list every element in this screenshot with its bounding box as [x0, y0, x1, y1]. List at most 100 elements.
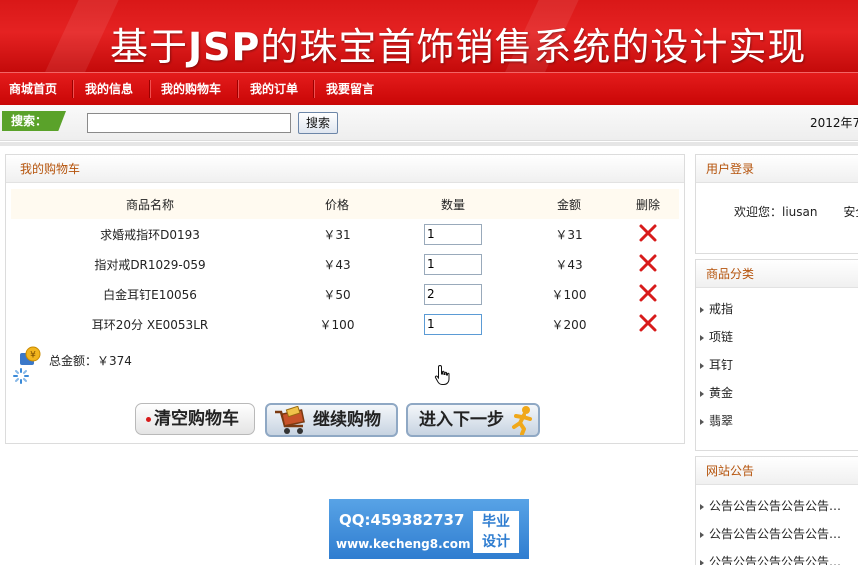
delete-cell [617, 279, 679, 309]
notice-list: 公告公告公告公告公告… 公告公告公告公告公告… 公告公告公告公告公告… [696, 485, 858, 565]
cart-table-header: 商品名称 价格 数量 金额 删除 [11, 189, 679, 219]
watermark: QQ:459382737 www.kecheng8.com 毕业 设计 [329, 499, 529, 559]
nav-divider [313, 80, 314, 98]
category-item[interactable]: 翡翠 [700, 407, 858, 435]
notice-label: 公告公告公告公告公告… [709, 527, 842, 541]
category-item[interactable]: 项链 [700, 323, 858, 351]
product-name: 指对戒DR1029-059 [94, 257, 206, 272]
product-price: ￥43 [323, 257, 351, 272]
category-label: 耳钉 [709, 358, 734, 372]
quantity-input[interactable] [424, 313, 482, 335]
search-bar: 搜索： 搜索 2012年7 [0, 105, 858, 141]
title-suffix: 的珠宝首饰销售系统的设计实现 [260, 25, 807, 69]
continue-shopping-button[interactable]: 继续购物 [265, 403, 398, 437]
product-price: ￥100 [319, 317, 355, 332]
product-amount: ￥31 [555, 227, 583, 242]
category-list: 戒指 项链 耳钉 黄金 翡翠 [696, 288, 858, 435]
product-amount: ￥200 [551, 317, 587, 332]
delete-cell [617, 249, 679, 279]
product-name: 耳环20分 XE0053LR [91, 317, 209, 332]
main-nav: 商城首页 我的信息 我的购物车 我的订单 我要留言 [0, 72, 858, 105]
table-row: 白金耳钉E10056 ￥50 ￥100 [11, 279, 679, 309]
category-label: 黄金 [709, 386, 734, 400]
nav-home[interactable]: 商城首页 [9, 73, 57, 105]
product-amount: ￥100 [551, 287, 587, 302]
category-panel: 商品分类 戒指 项链 耳钉 黄金 翡翠 [695, 259, 858, 451]
cart-table: 商品名称 价格 数量 金额 删除 求婚戒指环D0193 ￥31 ￥31 指对戒D… [11, 189, 679, 339]
notice-item[interactable]: 公告公告公告公告公告… [700, 548, 858, 565]
title-bold: JSP [188, 25, 261, 69]
notice-item[interactable]: 公告公告公告公告公告… [700, 492, 858, 520]
category-item[interactable]: 黄金 [700, 379, 858, 407]
bullet-arrow-icon [700, 390, 704, 397]
product-price: ￥31 [323, 227, 351, 242]
bullet-arrow-icon [700, 418, 704, 425]
title-prefix: 基于 [110, 25, 189, 69]
cart-panel-title: 我的购物车 [6, 155, 684, 183]
category-item[interactable]: 耳钉 [700, 351, 858, 379]
cart-total: 总金额：￥374 [49, 354, 132, 368]
watermark-badge-line2: 设计 [482, 534, 510, 550]
product-name: 求婚戒指环D0193 [100, 227, 200, 242]
safe-link[interactable]: 安全 [843, 205, 858, 219]
running-man-icon [508, 405, 538, 445]
next-step-label: 进入下一步 [419, 410, 504, 430]
header-divider [0, 142, 858, 146]
svg-text:¥: ¥ [30, 351, 36, 361]
continue-shopping-label: 继续购物 [313, 410, 381, 430]
delete-cell [617, 219, 679, 249]
bullet-arrow-icon [700, 362, 704, 369]
col-product-name: 商品名称 [11, 189, 289, 219]
category-label: 戒指 [709, 302, 734, 316]
money-bag-icon: ¥ [18, 345, 42, 367]
site-banner: 基于JSP的珠宝首饰销售系统的设计实现 [0, 0, 858, 72]
bullet-arrow-icon [700, 503, 704, 510]
col-amount: 金额 [521, 189, 617, 219]
site-title: 基于JSP的珠宝首饰销售系统的设计实现 [110, 16, 806, 71]
nav-my-cart[interactable]: 我的购物车 [161, 73, 221, 105]
product-name: 白金耳钉E10056 [103, 287, 197, 302]
table-row: 求婚戒指环D0193 ￥31 ￥31 [11, 219, 679, 249]
nav-my-info[interactable]: 我的信息 [85, 73, 133, 105]
quantity-cell [385, 219, 521, 249]
notice-label: 公告公告公告公告公告… [709, 555, 842, 565]
hand-cursor-icon [434, 364, 452, 386]
category-label: 翡翠 [709, 414, 734, 428]
nav-divider [72, 80, 73, 98]
bullet-arrow-icon [700, 559, 704, 565]
nav-leave-message[interactable]: 我要留言 [326, 73, 374, 105]
nav-divider [237, 80, 238, 98]
bullet-arrow-icon [700, 531, 704, 538]
delete-icon[interactable] [638, 283, 658, 303]
nav-my-orders[interactable]: 我的订单 [250, 73, 298, 105]
bullet-arrow-icon [700, 334, 704, 341]
login-panel: 用户登录 欢迎您：liusan 安全 [695, 154, 858, 254]
delete-icon[interactable] [638, 223, 658, 243]
product-price: ￥50 [323, 287, 351, 302]
nav-divider [149, 80, 150, 98]
col-price: 价格 [289, 189, 385, 219]
table-row: 指对戒DR1029-059 ￥43 ￥43 [11, 249, 679, 279]
bullet-icon [146, 417, 151, 422]
login-status: 欢迎您：liusan 安全 [696, 183, 858, 220]
cart-panel: 我的购物车 商品名称 价格 数量 金额 删除 求婚戒指环D0193 ￥31 ￥3… [5, 154, 685, 444]
delete-cell [617, 309, 679, 339]
clear-cart-button[interactable]: 清空购物车 [135, 403, 255, 435]
quantity-cell [385, 309, 521, 339]
search-input[interactable] [87, 113, 291, 133]
category-item[interactable]: 戒指 [700, 295, 858, 323]
product-amount: ￥43 [555, 257, 583, 272]
notice-item[interactable]: 公告公告公告公告公告… [700, 520, 858, 548]
clear-cart-label: 清空购物车 [154, 409, 239, 429]
category-panel-title: 商品分类 [696, 260, 858, 288]
welcome-text: 欢迎您：liusan [734, 205, 818, 219]
watermark-url: www.kecheng8.com [336, 537, 471, 551]
next-step-button[interactable]: 进入下一步 [406, 403, 540, 437]
quantity-input[interactable] [424, 223, 482, 245]
quantity-input[interactable] [424, 283, 482, 305]
delete-icon[interactable] [638, 313, 658, 333]
quantity-input[interactable] [424, 253, 482, 275]
search-button[interactable]: 搜索 [298, 112, 338, 134]
delete-icon[interactable] [638, 253, 658, 273]
watermark-badge: 毕业 设计 [473, 511, 519, 553]
